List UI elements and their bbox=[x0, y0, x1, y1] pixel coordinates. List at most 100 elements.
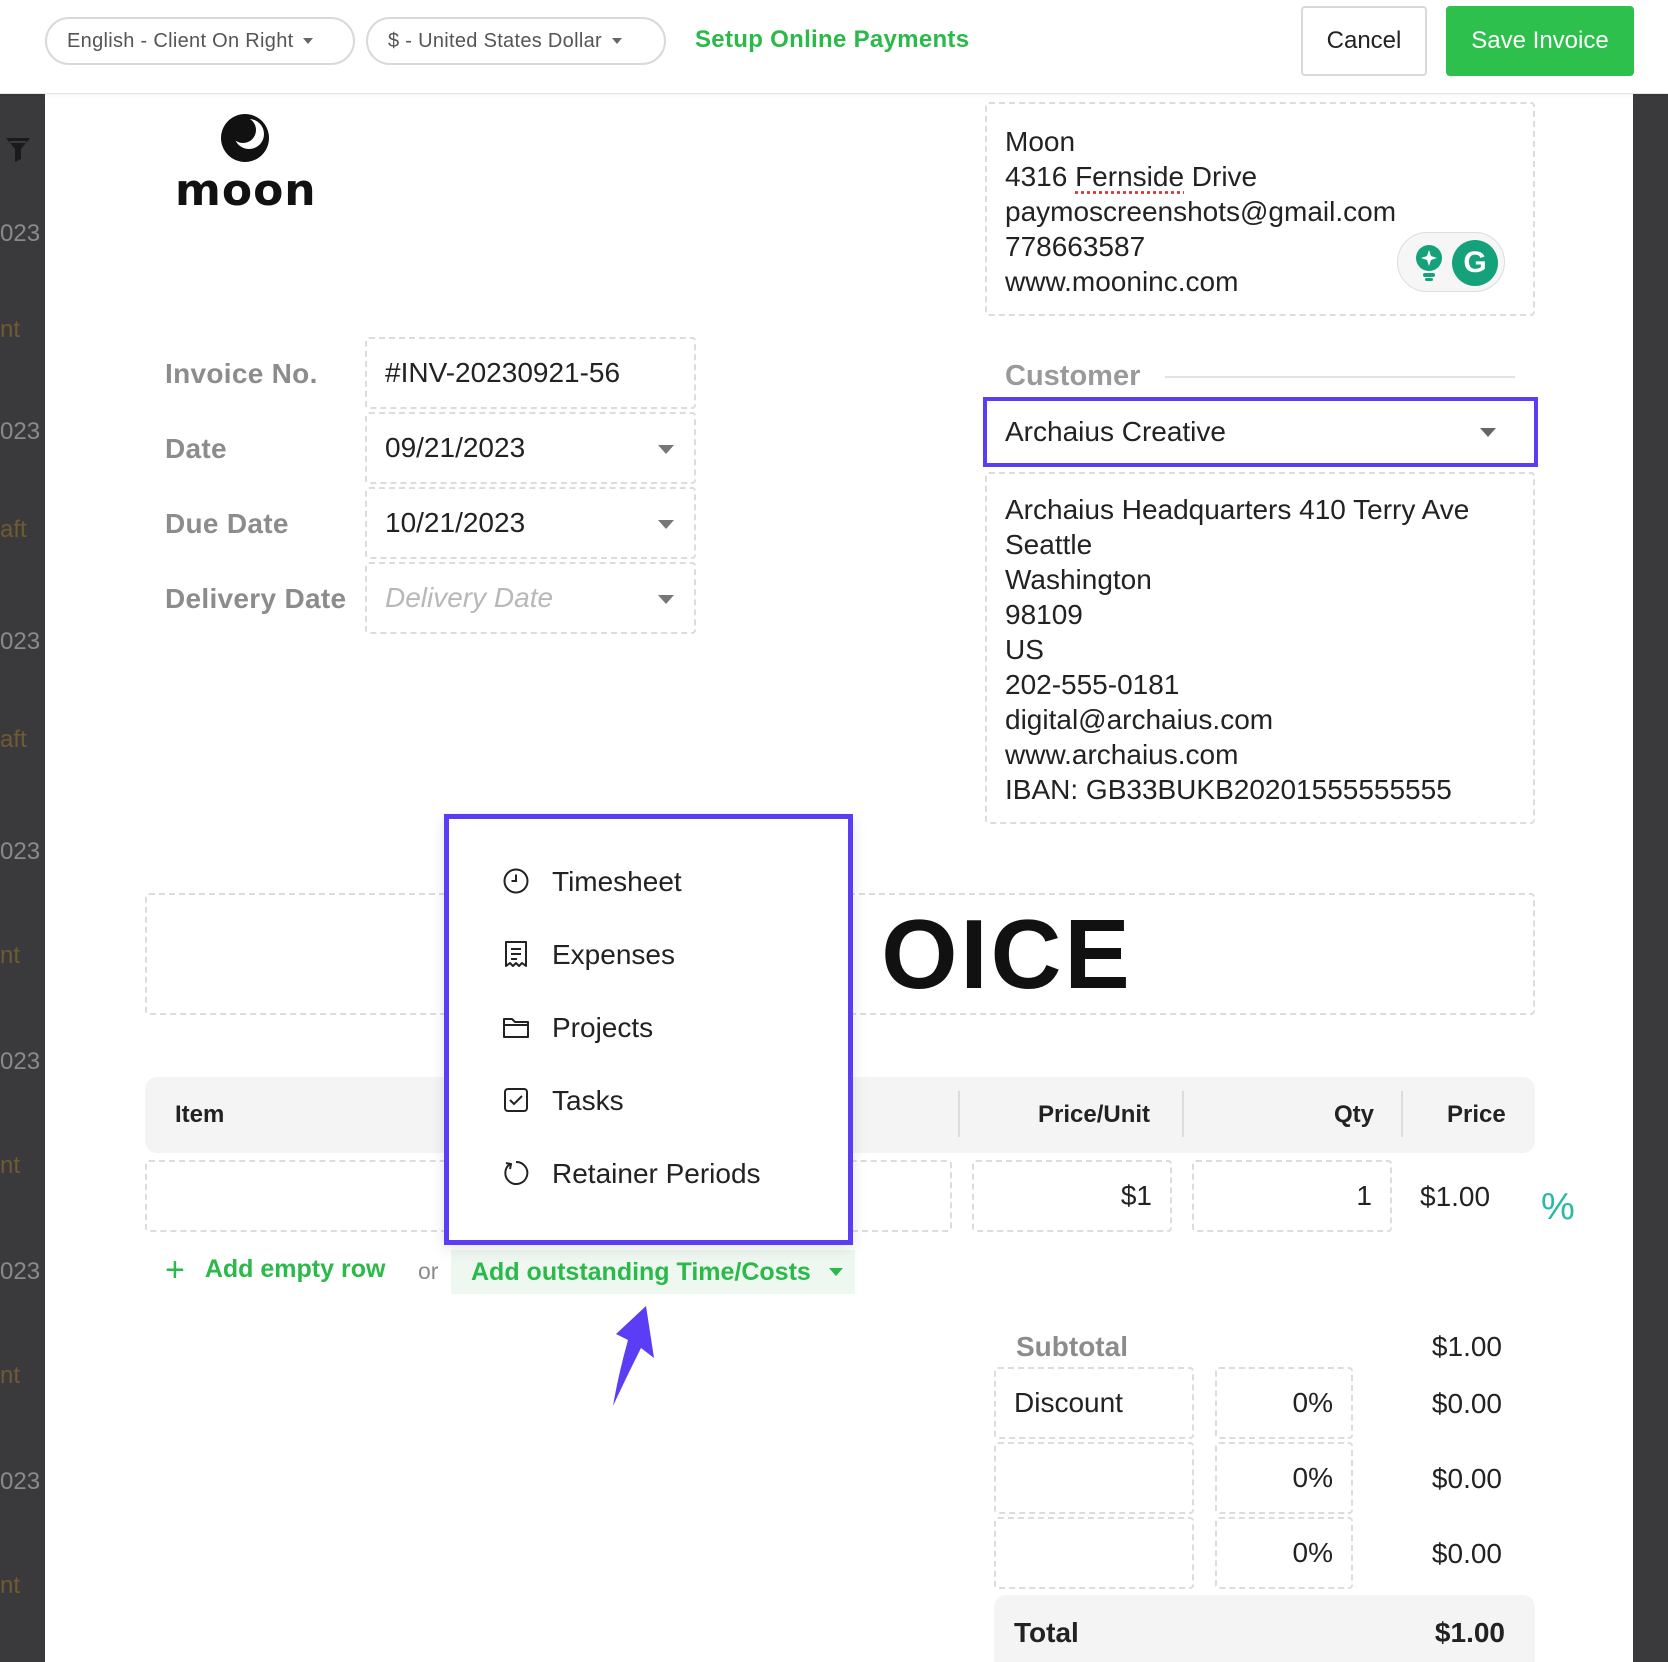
price-unit-input[interactable]: $1 bbox=[972, 1160, 1172, 1232]
rail-text: aft bbox=[0, 516, 27, 543]
rail-text: nt bbox=[0, 942, 21, 969]
menu-item-retainer-periods[interactable]: Retainer Periods bbox=[449, 1137, 848, 1210]
chevron-down-icon bbox=[303, 38, 314, 44]
customer-zip: 98109 bbox=[1005, 599, 1083, 630]
customer-country: US bbox=[1005, 634, 1044, 665]
rail-text: 023 bbox=[0, 220, 41, 247]
clock-icon bbox=[503, 868, 529, 894]
total-row: Total $1.00 bbox=[994, 1595, 1535, 1662]
item-column-header: Item bbox=[175, 1101, 225, 1128]
tax-percent: 0% bbox=[1292, 1462, 1333, 1493]
cancel-button[interactable]: Cancel bbox=[1301, 6, 1427, 76]
total-label: Total bbox=[1014, 1617, 1079, 1648]
customer-iban: IBAN: GB33BUKB20201555555555 bbox=[1005, 774, 1452, 805]
customer-street: Archaius Headquarters 410 Terry Ave bbox=[1005, 494, 1470, 525]
customer-address-box[interactable]: Archaius Headquarters 410 Terry Ave Seat… bbox=[985, 472, 1535, 824]
checkbox-icon bbox=[504, 1088, 528, 1112]
save-invoice-button[interactable]: Save Invoice bbox=[1446, 6, 1634, 76]
menu-item-label: Expenses bbox=[552, 938, 675, 970]
menu-item-expenses[interactable]: Expenses bbox=[449, 918, 848, 991]
customer-divider bbox=[1165, 376, 1515, 378]
menu-item-timesheet[interactable]: Timesheet bbox=[449, 845, 848, 918]
currency-select-label: $ - United States Dollar bbox=[388, 29, 602, 52]
add-outstanding-label: Add outstanding Time/Costs bbox=[471, 1257, 811, 1286]
company-street: 4316 Fernside Drive bbox=[1005, 161, 1258, 192]
chevron-down-icon bbox=[1480, 428, 1496, 437]
invoice-no-label: Invoice No. bbox=[165, 358, 318, 389]
column-divider bbox=[1401, 1091, 1403, 1137]
add-empty-row-button[interactable]: + Add empty row bbox=[165, 1250, 386, 1289]
discount-label: Discount bbox=[1014, 1387, 1123, 1418]
company-logo[interactable]: moon bbox=[175, 112, 316, 213]
rail-text: 023 bbox=[0, 418, 41, 445]
customer-email: digital@archaius.com bbox=[1005, 704, 1274, 735]
qty-input[interactable]: 1 bbox=[1192, 1160, 1392, 1232]
outstanding-time-costs-menu: Timesheet Expenses Projects Tasks Retain… bbox=[444, 814, 853, 1245]
tax-label-input[interactable] bbox=[994, 1517, 1194, 1589]
setup-online-payments-link[interactable]: Setup Online Payments bbox=[695, 26, 969, 54]
customer-website: www.archaius.com bbox=[1005, 739, 1239, 770]
percent-icon[interactable]: % bbox=[1541, 1186, 1575, 1229]
rail-text: nt bbox=[0, 1572, 21, 1599]
rail-text: 023 bbox=[0, 1468, 41, 1495]
or-separator: or bbox=[418, 1258, 439, 1284]
chevron-down-icon bbox=[658, 520, 674, 529]
customer-label: Customer bbox=[1005, 360, 1141, 392]
customer-phone: 202-555-0181 bbox=[1005, 669, 1180, 700]
menu-item-label: Tasks bbox=[552, 1084, 624, 1116]
chevron-down-icon bbox=[828, 1268, 843, 1276]
chevron-down-icon bbox=[658, 445, 674, 454]
refresh-icon bbox=[504, 1160, 529, 1185]
tax-percent-input[interactable]: 0% bbox=[1215, 1442, 1353, 1514]
menu-item-tasks[interactable]: Tasks bbox=[449, 1064, 848, 1137]
grammarly-widget[interactable]: G bbox=[1397, 232, 1505, 292]
add-empty-row-label: Add empty row bbox=[204, 1255, 386, 1283]
rail-text: nt bbox=[0, 316, 21, 343]
chevron-down-icon bbox=[611, 38, 622, 44]
menu-item-label: Projects bbox=[552, 1011, 654, 1043]
rail-text: 023 bbox=[0, 838, 41, 865]
rail-text: 023 bbox=[0, 1048, 41, 1075]
date-label: Date bbox=[165, 433, 227, 464]
customer-city: Seattle bbox=[1005, 529, 1093, 560]
menu-item-label: Retainer Periods bbox=[552, 1157, 761, 1189]
receipt-icon bbox=[505, 941, 527, 967]
menu-item-label: Timesheet bbox=[552, 865, 682, 897]
company-name: Moon bbox=[1005, 126, 1076, 157]
spelling-flag: Fernside bbox=[1075, 161, 1185, 192]
qty-value: 1 bbox=[1356, 1180, 1372, 1211]
moon-logo-icon bbox=[221, 114, 269, 162]
background-list-rail: 023 nt 023 aft 023 aft 023 nt 023 nt 023… bbox=[0, 94, 45, 1662]
tax-value: $0.00 bbox=[1431, 1538, 1502, 1569]
tax-value: $0.00 bbox=[1431, 1463, 1502, 1494]
row-price: $1.00 bbox=[1420, 1181, 1491, 1212]
column-divider bbox=[958, 1091, 960, 1137]
discount-percent-input[interactable]: 0% bbox=[1215, 1367, 1353, 1439]
delivery-date-input[interactable]: Delivery Date bbox=[365, 562, 696, 634]
currency-select[interactable]: $ - United States Dollar bbox=[366, 17, 666, 65]
discount-value: $0.00 bbox=[1431, 1388, 1502, 1419]
customer-select[interactable]: Archaius Creative bbox=[983, 397, 1538, 467]
language-select-label: English - Client On Right bbox=[67, 29, 294, 52]
delivery-date-placeholder: Delivery Date bbox=[385, 582, 554, 613]
price-column-header: Price bbox=[1447, 1101, 1506, 1128]
delivery-date-label: Delivery Date bbox=[165, 583, 347, 614]
tax-label-input[interactable] bbox=[994, 1442, 1194, 1514]
menu-item-projects[interactable]: Projects bbox=[449, 991, 848, 1064]
date-input[interactable]: 09/21/2023 bbox=[365, 412, 696, 484]
invoice-no-value: #INV-20230921-56 bbox=[385, 357, 621, 388]
language-select[interactable]: English - Client On Right bbox=[45, 17, 355, 65]
qty-column-header: Qty bbox=[1334, 1101, 1375, 1128]
rail-text: nt bbox=[0, 1152, 21, 1179]
subtotal-label: Subtotal bbox=[1016, 1331, 1128, 1362]
plus-icon: + bbox=[165, 1250, 185, 1289]
tax-percent: 0% bbox=[1292, 1537, 1333, 1568]
invoice-no-input[interactable]: #INV-20230921-56 bbox=[365, 337, 696, 409]
add-outstanding-time-costs-button[interactable]: Add outstanding Time/Costs bbox=[451, 1250, 855, 1294]
tax-percent-input[interactable]: 0% bbox=[1215, 1517, 1353, 1589]
customer-select-value: Archaius Creative bbox=[1005, 416, 1226, 447]
date-value: 09/21/2023 bbox=[385, 432, 526, 463]
due-date-input[interactable]: 10/21/2023 bbox=[365, 487, 696, 559]
chevron-down-icon bbox=[658, 595, 674, 604]
discount-label-input[interactable]: Discount bbox=[994, 1367, 1194, 1439]
